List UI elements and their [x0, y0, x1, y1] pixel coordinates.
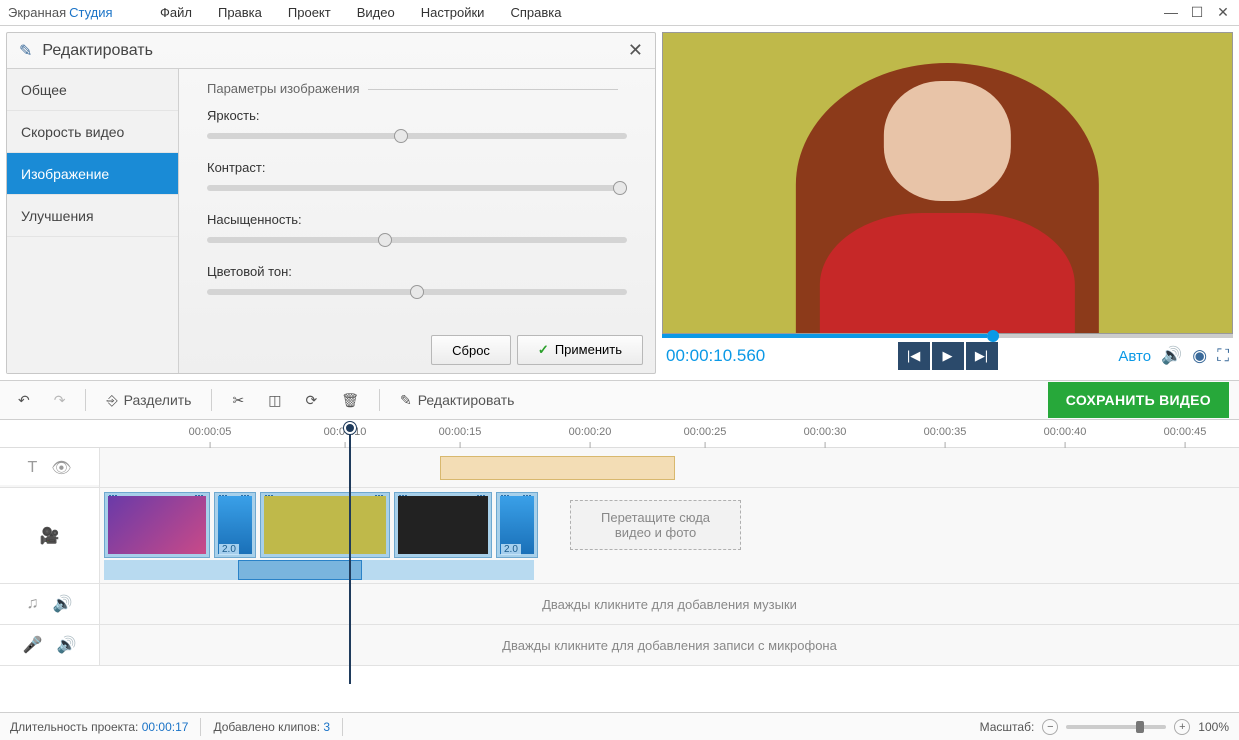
- edit-sidebar: Общее Скорость видео Изображение Улучшен…: [7, 69, 179, 373]
- edit-tab-speed[interactable]: Скорость видео: [7, 111, 178, 153]
- save-video-button[interactable]: СОХРАНИТЬ ВИДЕО: [1048, 382, 1229, 418]
- edit-panel-title: Редактировать: [42, 42, 153, 60]
- rotate-button[interactable]: ⟳: [297, 388, 325, 413]
- video-track[interactable]: 2.0 2.0 Перетащите сюда видео и фото: [100, 488, 1239, 583]
- transition-clip[interactable]: 2.0: [214, 492, 256, 558]
- text-track[interactable]: [100, 448, 1239, 487]
- preview-timecode: 00:00:10.560: [666, 346, 765, 366]
- ruler-tick: 00:00:05: [189, 426, 232, 438]
- mic-track-icon: 🎤: [23, 635, 43, 655]
- music-track-icon: ♫: [27, 595, 39, 613]
- edit-clip-button[interactable]: ✎ Редактировать: [392, 388, 522, 413]
- contrast-label: Контраст:: [207, 160, 627, 175]
- zoom-value: 100%: [1198, 720, 1229, 734]
- drop-zone[interactable]: Перетащите сюда видео и фото: [570, 500, 741, 550]
- fullscreen-icon[interactable]: ⛶: [1217, 346, 1229, 366]
- hue-slider[interactable]: [207, 289, 627, 295]
- project-duration-value: 00:00:17: [142, 720, 189, 734]
- mic-track-volume-icon[interactable]: 🔊: [57, 635, 77, 655]
- edit-icon: ✎: [19, 41, 32, 61]
- music-track[interactable]: Дважды кликните для добавления музыки: [100, 584, 1239, 624]
- zoom-label: Масштаб:: [980, 720, 1035, 734]
- prev-frame-button[interactable]: |◀: [898, 342, 930, 370]
- auto-label[interactable]: Авто: [1118, 348, 1151, 365]
- apply-button[interactable]: Применить: [517, 335, 643, 365]
- project-duration-label: Длительность проекта:: [10, 720, 138, 734]
- playhead[interactable]: [344, 422, 356, 434]
- image-params-heading: Параметры изображения: [207, 81, 360, 96]
- playhead-line: [349, 434, 351, 684]
- menu-file[interactable]: Файл: [160, 5, 192, 20]
- ruler-tick: 00:00:35: [924, 426, 967, 438]
- text-track-visibility-icon[interactable]: 👁: [51, 458, 71, 478]
- cut-button[interactable]: ✂: [224, 388, 252, 413]
- menu-edit[interactable]: Правка: [218, 5, 262, 20]
- video-clip[interactable]: [260, 492, 390, 558]
- status-bar: Длительность проекта: 00:00:17 Добавлено…: [0, 712, 1239, 740]
- split-button[interactable]: ⎆ Разделить: [98, 388, 199, 413]
- ruler-tick: 00:00:30: [804, 426, 847, 438]
- text-track-icon: T: [27, 459, 37, 477]
- video-clip[interactable]: [104, 492, 210, 558]
- crop-button[interactable]: ◫: [260, 388, 289, 413]
- menu-project[interactable]: Проект: [288, 5, 331, 20]
- video-clip[interactable]: [394, 492, 492, 558]
- saturation-slider[interactable]: [207, 237, 627, 243]
- zoom-slider[interactable]: [1066, 725, 1166, 729]
- text-clip[interactable]: [440, 456, 675, 480]
- menu-settings[interactable]: Настройки: [421, 5, 485, 20]
- brightness-label: Яркость:: [207, 108, 627, 123]
- contrast-slider[interactable]: [207, 185, 627, 191]
- linked-audio-selected[interactable]: [238, 560, 362, 580]
- clips-count-label: Добавлено клипов:: [213, 720, 320, 734]
- undo-button[interactable]: ↶: [10, 388, 38, 413]
- volume-icon[interactable]: 🔊: [1161, 346, 1182, 366]
- next-frame-button[interactable]: ▶|: [966, 342, 998, 370]
- video-track-icon: 🎥: [40, 526, 60, 546]
- menu-video[interactable]: Видео: [357, 5, 395, 20]
- menu-help[interactable]: Справка: [510, 5, 561, 20]
- reset-button[interactable]: Сброс: [431, 335, 511, 365]
- snapshot-icon[interactable]: ◉: [1192, 346, 1207, 366]
- hue-label: Цветовой тон:: [207, 264, 627, 279]
- delete-button[interactable]: 🗑: [333, 388, 367, 413]
- zoom-in-button[interactable]: +: [1174, 719, 1190, 735]
- ruler-tick: 00:00:40: [1044, 426, 1087, 438]
- zoom-out-button[interactable]: −: [1042, 719, 1058, 735]
- saturation-label: Насыщенность:: [207, 212, 627, 227]
- music-track-volume-icon[interactable]: 🔊: [53, 594, 73, 614]
- timeline-ruler[interactable]: 00:00:05 00:00:10 00:00:15 00:00:20 00:0…: [0, 420, 1239, 448]
- clips-count-value: 3: [323, 720, 330, 734]
- edit-tab-improvements[interactable]: Улучшения: [7, 195, 178, 237]
- mic-track[interactable]: Дважды кликните для добавления записи с …: [100, 625, 1239, 665]
- video-preview[interactable]: [662, 32, 1233, 334]
- brightness-slider[interactable]: [207, 133, 627, 139]
- ruler-tick: 00:00:45: [1164, 426, 1207, 438]
- play-button[interactable]: ▶: [932, 342, 964, 370]
- edit-tab-general[interactable]: Общее: [7, 69, 178, 111]
- ruler-tick: 00:00:15: [439, 426, 482, 438]
- transition-clip[interactable]: 2.0: [496, 492, 538, 558]
- edit-panel: ✎ Редактировать ✕ Общее Скорость видео И…: [6, 32, 656, 374]
- ruler-tick: 00:00:25: [684, 426, 727, 438]
- ruler-tick: 00:00:20: [569, 426, 612, 438]
- redo-button[interactable]: ↷: [46, 388, 74, 413]
- edit-tab-image[interactable]: Изображение: [7, 153, 178, 195]
- edit-panel-close-button[interactable]: ✕: [628, 40, 643, 61]
